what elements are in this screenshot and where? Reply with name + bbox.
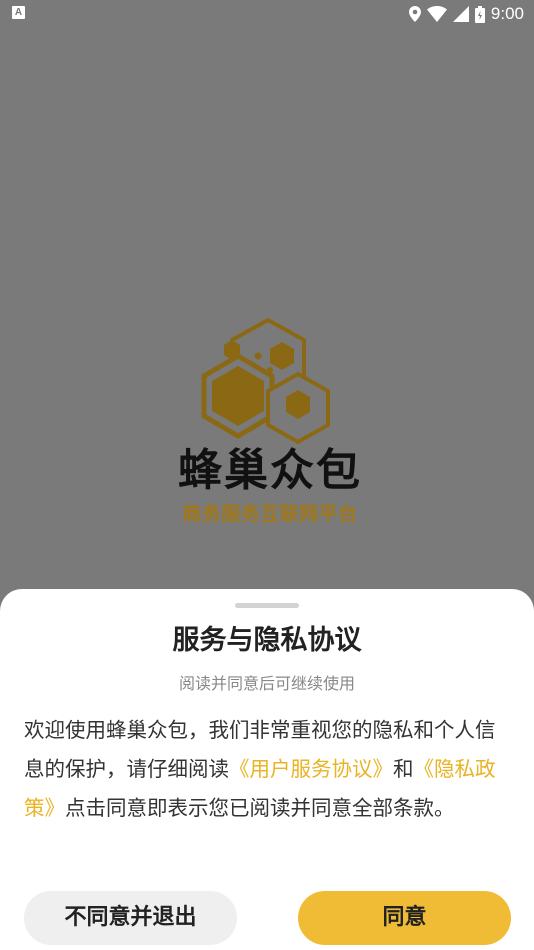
battery-icon: [474, 5, 485, 23]
sheet-subtitle: 阅读并同意后可继续使用: [178, 674, 355, 693]
app-logo: 蜂巢众包 商务服务互联网平台: [170, 318, 370, 533]
cell-signal-icon: [452, 6, 469, 22]
agreement-text-conjunction: 和: [393, 757, 414, 781]
user-agreement-link[interactable]: 《用户服务协议》: [229, 757, 393, 781]
app-tagline: 商务服务互联网平台: [182, 503, 358, 525]
sheet-title: 服务与隐私协议: [172, 625, 362, 656]
status-icons: 9:00: [408, 4, 524, 24]
decline-exit-button[interactable]: 不同意并退出: [24, 891, 237, 945]
privacy-agreement-sheet: 服务与隐私协议 阅读并同意后可继续使用 欢迎使用蜂巢众包，我们非常重视您的隐私和…: [0, 589, 534, 950]
wifi-icon: [426, 6, 447, 22]
agreement-text-suffix: 点击同意即表示您已阅读并同意全部条款。: [65, 796, 455, 820]
agreement-text: 欢迎使用蜂巢众包，我们非常重视您的隐私和个人信息的保护，请仔细阅读《用户服务协议…: [24, 711, 510, 828]
notification-a-icon: A: [12, 6, 25, 19]
drag-handle[interactable]: [235, 603, 299, 608]
location-icon: [408, 6, 421, 22]
app-name: 蜂巢众包: [178, 445, 362, 496]
honeycomb-icon: [201, 318, 330, 445]
status-bar: A 9:00: [0, 0, 534, 28]
agree-button[interactable]: 同意: [298, 891, 511, 945]
status-time: 9:00: [490, 4, 524, 23]
